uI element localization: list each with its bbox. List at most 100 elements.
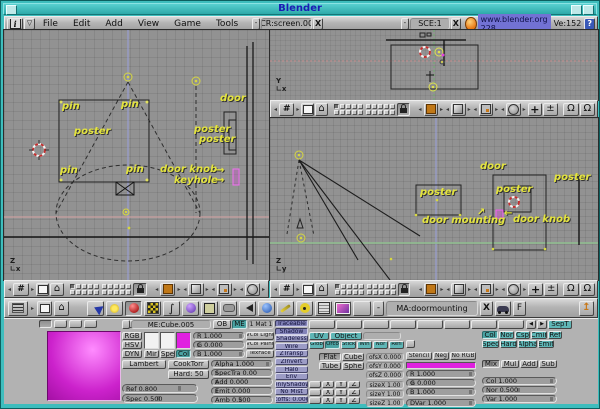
onlyshadow-toggle[interactable]: OnlyShadow [275, 381, 308, 388]
traceable-toggle[interactable]: Traceable [275, 320, 308, 327]
scene-delete-button[interactable]: X [451, 18, 461, 30]
spec-shader-menu[interactable]: CookTorr [168, 360, 209, 369]
texture-slot[interactable] [498, 320, 524, 329]
ztransp-toggle[interactable]: ZTransp [275, 350, 308, 357]
preview-cube-button[interactable] [69, 320, 82, 328]
neg-toggle[interactable]: Neg [433, 352, 449, 360]
constraint-buttons-tab[interactable] [220, 301, 237, 316]
emit-slider[interactable]: Emit 0.000 [211, 387, 273, 395]
axis-blank[interactable] [309, 397, 321, 404]
fullscreen-button[interactable] [301, 103, 314, 116]
mapto-varfac-slider[interactable]: Var 1.000 [482, 395, 557, 403]
mapto-color-swatch[interactable] [406, 362, 476, 369]
menu-file[interactable]: File [36, 19, 65, 29]
r-slider[interactable]: R 1.000 [193, 332, 245, 340]
sphe-proj-button[interactable]: Sphe [342, 362, 364, 370]
lamp-buttons-tab[interactable] [106, 301, 123, 316]
env-toggle[interactable]: Env [275, 373, 308, 380]
nomist-toggle[interactable]: No Mist [275, 388, 308, 395]
pin-button[interactable]: ↥ [579, 301, 594, 316]
tube-proj-button[interactable]: Tube [319, 362, 341, 370]
maximize-button[interactable] [571, 5, 582, 15]
rotate-view-button-2[interactable]: Ω [580, 283, 595, 296]
layer-buttons[interactable] [366, 104, 395, 115]
texture-slot[interactable] [309, 320, 335, 329]
menu-add[interactable]: Add [98, 19, 129, 29]
view-menu-button[interactable]: # [279, 103, 294, 116]
object-name-field[interactable] [363, 332, 401, 340]
rotate-view-button-2[interactable]: Ω [580, 103, 595, 116]
sept-button[interactable]: SepT [548, 320, 572, 329]
layer-buttons[interactable] [70, 284, 99, 295]
halo-toggle[interactable]: Halo [275, 366, 308, 373]
auto-name-button[interactable] [495, 301, 511, 316]
axis-blank[interactable] [309, 381, 321, 388]
texture-slot[interactable] [390, 320, 416, 329]
preview-option-button[interactable] [84, 320, 97, 328]
preview-flat-button[interactable] [39, 320, 52, 328]
header-menu-toggle[interactable]: ▽ [24, 18, 35, 30]
material-index[interactable]: 1 Mat 1 [248, 320, 274, 329]
hardness-field[interactable]: Hard: 50 [168, 370, 209, 379]
wire-toggle[interactable]: Wire [275, 343, 308, 350]
mapto-nor-toggle[interactable]: Nor [499, 331, 514, 339]
shade-button[interactable] [583, 5, 594, 15]
menu-tools[interactable]: Tools [209, 19, 245, 29]
window-type-button[interactable]: i [7, 18, 23, 30]
material-buttons-tab[interactable] [125, 301, 142, 316]
home-button[interactable]: ⌂ [315, 103, 328, 116]
sound-buttons-tab[interactable] [239, 301, 256, 316]
scene-browse-button[interactable]: - [401, 18, 409, 30]
world-buttons-tab[interactable] [182, 301, 199, 316]
script-buttons-tab[interactable] [315, 301, 332, 316]
spectra-slider[interactable]: SpecTra 0.00 [211, 369, 273, 377]
window-menu-button[interactable] [6, 5, 17, 15]
home-button[interactable]: ⌂ [315, 283, 328, 296]
fake-user-button[interactable]: F [513, 301, 526, 316]
draw-type-menu[interactable] [451, 283, 466, 296]
diffuse-shader-menu[interactable]: Lambert [122, 360, 166, 369]
axis-z-toggle[interactable]: Z [348, 397, 360, 404]
screen-browse-button[interactable]: - [252, 18, 260, 30]
menu-edit[interactable]: Edit [66, 19, 97, 29]
stick-toggle[interactable]: Stick [341, 341, 356, 349]
layer-lock-button[interactable] [133, 283, 146, 296]
edit-buttons-tab[interactable] [201, 301, 218, 316]
mir-toggle[interactable]: Mir [144, 350, 159, 358]
buttons-window-type-menu[interactable] [8, 301, 28, 316]
axis-y-toggle[interactable]: Y [335, 389, 347, 396]
mapto-emit-toggle[interactable]: Emit [538, 340, 554, 348]
mirror-swatch[interactable] [176, 332, 191, 349]
mapto-norfac-slider[interactable]: Nor 0.500 [482, 386, 557, 394]
axis-x-toggle[interactable]: X [322, 389, 334, 396]
shadow-toggle[interactable]: Shadow [275, 328, 308, 335]
pivot-menu[interactable] [479, 283, 494, 296]
sizex-field[interactable]: sizeX 1.00 [366, 381, 404, 389]
vcol-light-toggle[interactable]: VCol Light [246, 332, 274, 340]
fullscreen-button[interactable] [36, 283, 49, 296]
stencil-toggle[interactable]: Stencil [406, 352, 432, 360]
screen-delete-button[interactable]: X [313, 18, 323, 30]
layer-lock-button[interactable] [397, 103, 410, 116]
manipulator-menu[interactable] [245, 283, 260, 296]
translate-view-button[interactable]: + [528, 283, 543, 296]
draw-mode-menu[interactable] [424, 283, 439, 296]
axis-y-toggle[interactable]: Y [335, 381, 347, 388]
amb-slider[interactable]: Amb 0.500 [211, 396, 273, 404]
blend-sub-button[interactable]: Sub [539, 360, 557, 368]
viewport-side[interactable]: door poster poster poster door mounting … [270, 118, 598, 280]
view-menu-button[interactable]: # [279, 283, 294, 296]
blend-mix-button[interactable]: Mix [482, 360, 500, 368]
add-slider[interactable]: Add 0.000 [211, 378, 273, 386]
mesh-name-field[interactable]: ME:Cube.005 [131, 320, 211, 329]
texture-next-button[interactable]: ▶ [537, 320, 547, 329]
texture-buttons-tab[interactable] [144, 301, 161, 316]
norgb-toggle[interactable]: No RGB [450, 352, 476, 360]
g-slider[interactable]: G 0.000 [193, 341, 245, 349]
dvar-slider[interactable]: DVar 1.000 [406, 399, 476, 407]
mapto-r-slider[interactable]: R 1.000 [406, 370, 476, 378]
mapto-cmir-toggle[interactable]: Cmir [531, 331, 547, 339]
blend-mul-button[interactable]: Mul [501, 360, 519, 368]
ob-toggle[interactable]: OB [213, 320, 231, 329]
texture-slot[interactable] [444, 320, 470, 329]
